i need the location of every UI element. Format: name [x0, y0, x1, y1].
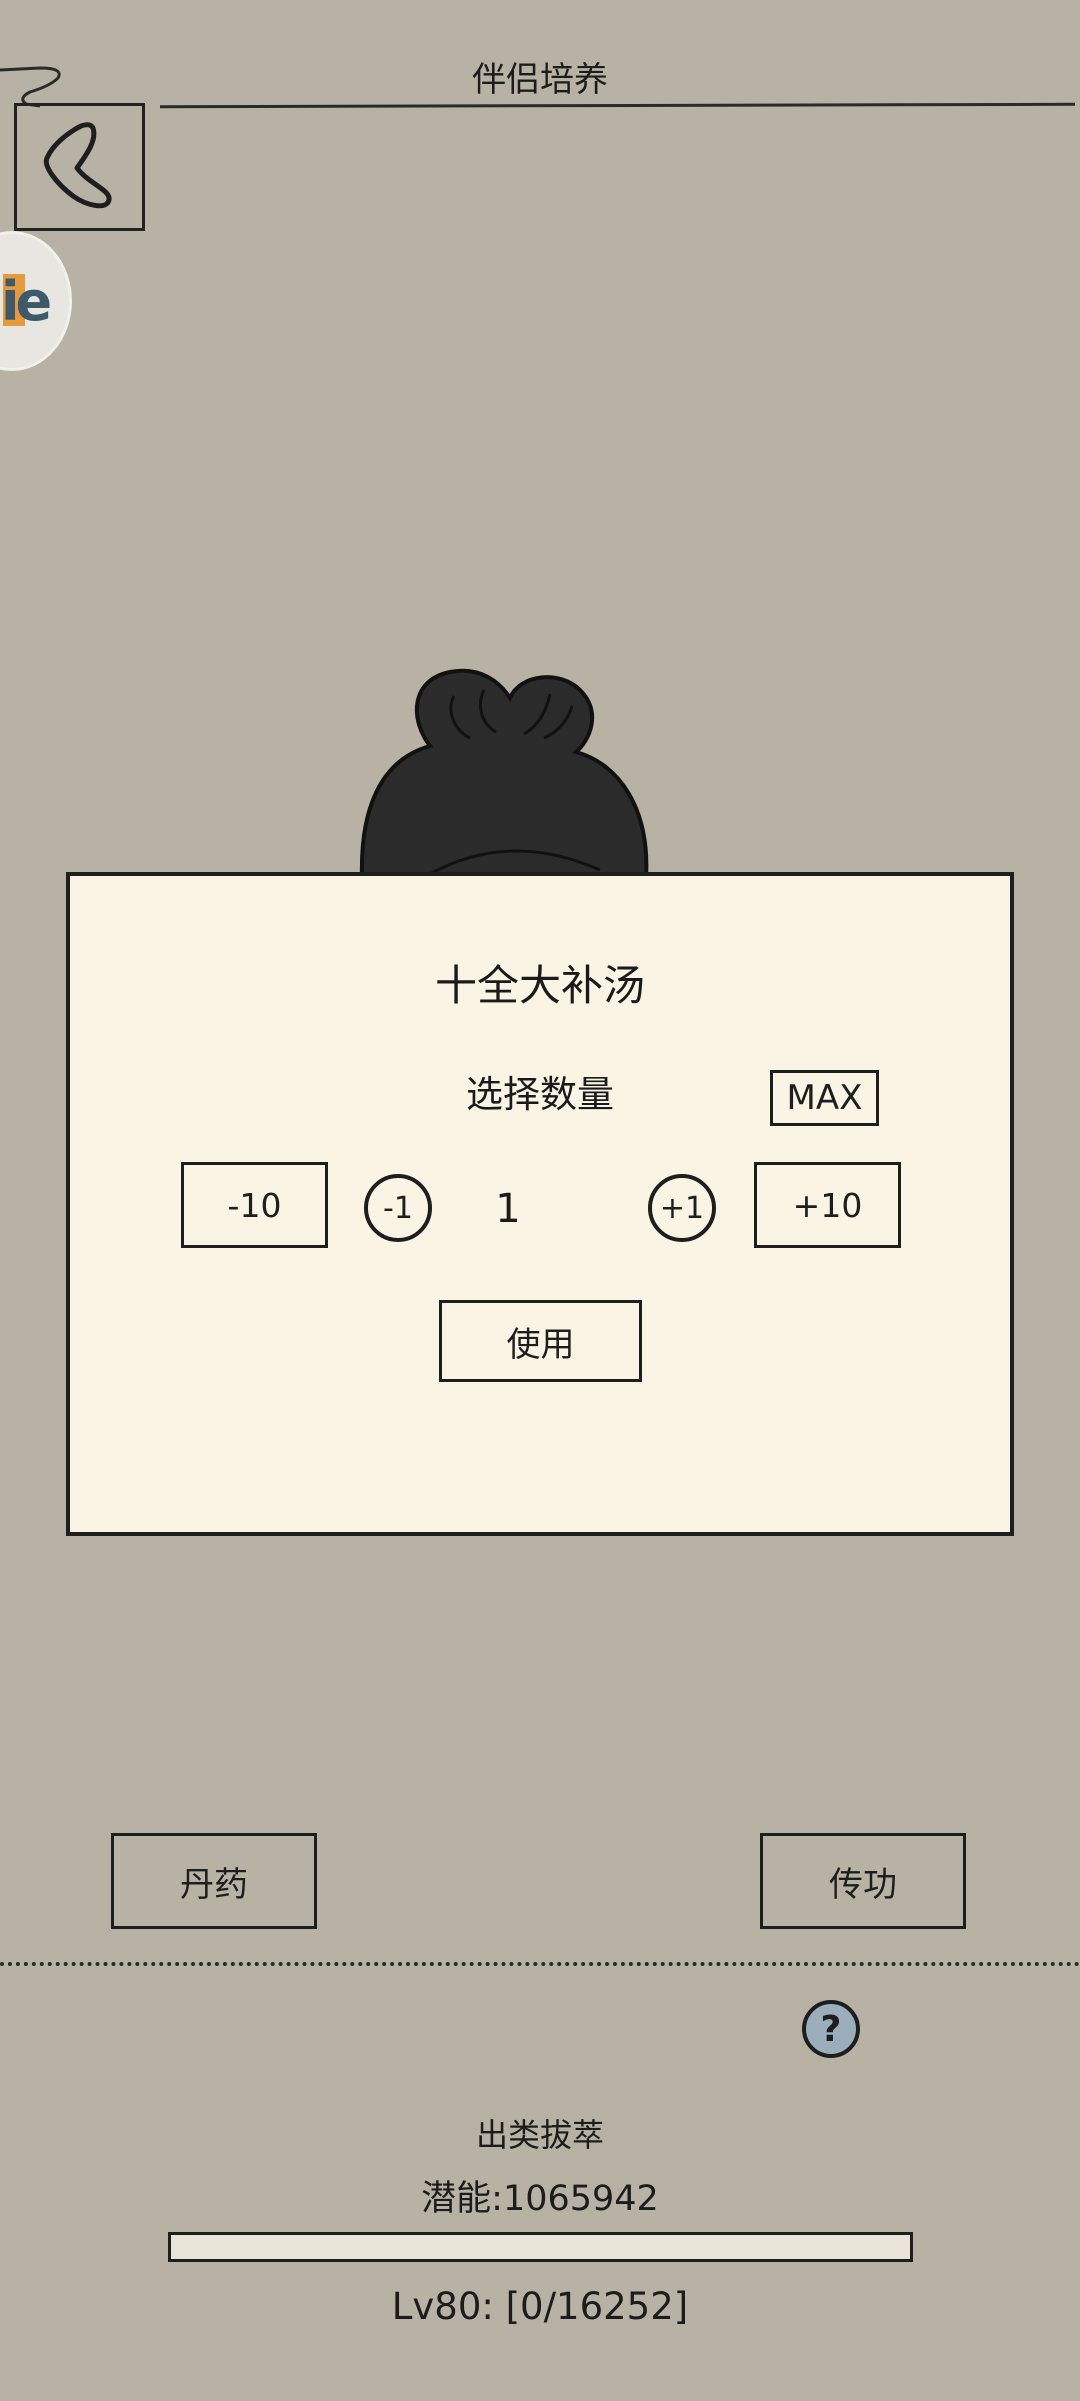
- plus-1-button[interactable]: +1: [648, 1174, 716, 1242]
- max-button[interactable]: MAX: [770, 1070, 879, 1126]
- pill-button[interactable]: 丹药: [111, 1833, 317, 1929]
- level-text: Lv80: [0/16252]: [391, 2285, 689, 2328]
- app-logo-icon: ie: [1, 270, 52, 333]
- use-button[interactable]: 使用: [439, 1300, 642, 1382]
- header-divider: [159, 102, 1076, 109]
- quantity-input[interactable]: [470, 1176, 546, 1242]
- rank-text: 出类拔萃: [475, 2116, 604, 2154]
- plus-10-button[interactable]: +10: [754, 1162, 901, 1248]
- back-button[interactable]: [14, 103, 145, 231]
- help-icon[interactable]: ?: [802, 2000, 860, 2058]
- character-head-illustration: [359, 668, 649, 880]
- page-title: 伴侣培养: [472, 60, 608, 100]
- use-item-dialog: 十全大补汤 选择数量 MAX -10 -1 +1 +10 使用: [66, 872, 1014, 1536]
- minus-10-button[interactable]: -10: [181, 1162, 328, 1248]
- back-arrow-icon: [43, 122, 112, 209]
- app-screen: 伴侣培养 ie 十全大补汤 选择数量 MAX -10 -1 +1 +10 使用 …: [0, 0, 1080, 2401]
- transfer-skill-button[interactable]: 传功: [760, 1833, 966, 1929]
- section-divider: [0, 1962, 1080, 1966]
- level-progress-bar: [168, 2232, 913, 2262]
- app-logo-badge[interactable]: ie: [0, 231, 72, 371]
- potential-text: 潜能:1065942: [421, 2179, 659, 2219]
- dialog-title: 十全大补汤: [434, 961, 645, 1010]
- minus-1-button[interactable]: -1: [364, 1174, 432, 1242]
